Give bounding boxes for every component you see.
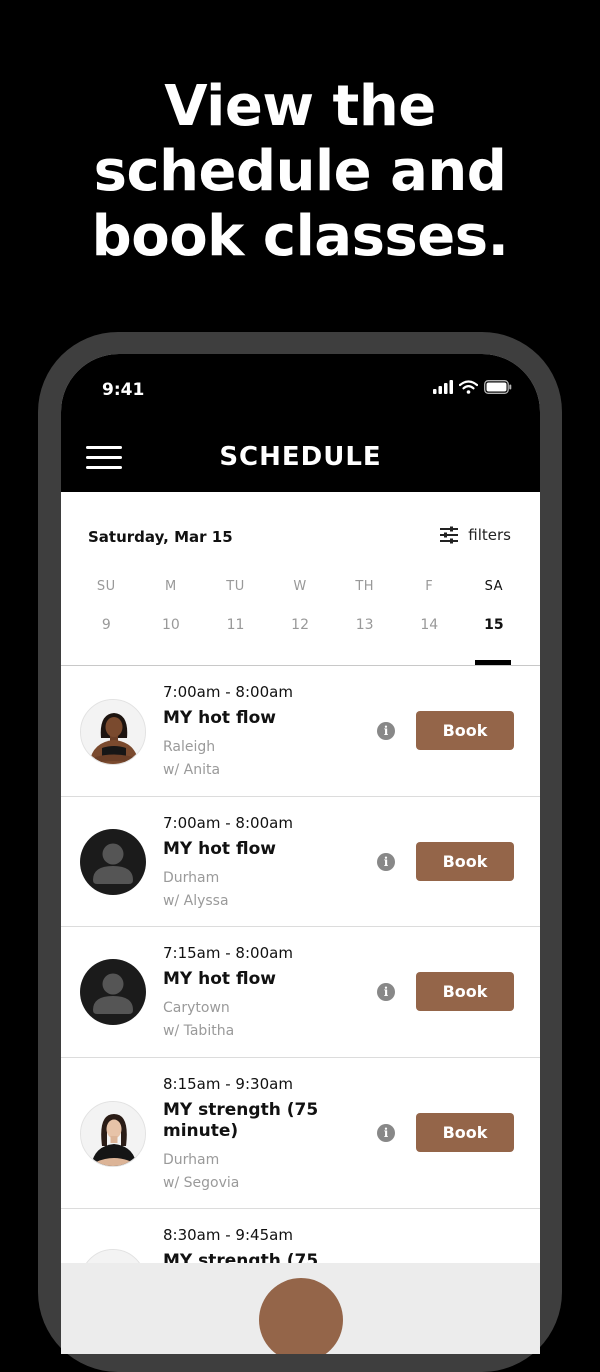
person-icon [93, 843, 133, 884]
class-instructor: w/ Anita [163, 762, 221, 778]
person-icon [93, 973, 133, 1014]
day-name-f[interactable]: F [397, 579, 462, 594]
status-time: 9:41 [102, 380, 145, 400]
class-name: MY hot flow [163, 839, 276, 859]
week-dates: 9 10 11 12 13 14 15 [74, 617, 534, 633]
battery-icon [484, 380, 512, 394]
date-11[interactable]: 11 [203, 617, 268, 633]
class-name: MY hot flow [163, 969, 276, 989]
class-list: 7:00am - 8:00am MY hot flow Raleigh w/ A… [61, 666, 540, 1315]
book-button[interactable]: Book [416, 1113, 514, 1152]
avatar [80, 1101, 146, 1167]
info-icon[interactable]: i [377, 853, 395, 871]
day-name-su[interactable]: SU [74, 579, 139, 594]
selected-date: Saturday, Mar 15 [88, 528, 233, 546]
avatar [80, 829, 146, 895]
day-name-w[interactable]: W [268, 579, 333, 594]
list-item: 7:15am - 8:00am MY hot flow Carytown w/ … [61, 927, 540, 1058]
list-item: 7:00am - 8:00am MY hot flow Durham w/ Al… [61, 797, 540, 927]
class-time: 7:00am - 8:00am [163, 683, 293, 701]
filters-button[interactable]: filters [439, 526, 511, 544]
info-icon[interactable]: i [377, 983, 395, 1001]
headline: View the schedule and book classes. [0, 74, 600, 269]
signal-icon [433, 380, 453, 394]
day-name-th[interactable]: TH [332, 579, 397, 594]
book-button[interactable]: Book [416, 842, 514, 881]
instructor-photo-icon [81, 700, 145, 764]
date-15[interactable]: 15 [462, 617, 527, 633]
class-instructor: w/ Tabitha [163, 1023, 235, 1039]
class-time: 8:15am - 9:30am [163, 1075, 293, 1093]
class-location: Durham [163, 1152, 220, 1168]
filters-label: filters [468, 526, 511, 544]
info-icon[interactable]: i [377, 722, 395, 740]
list-item: 8:15am - 9:30am MY strength (75 minute) … [61, 1058, 540, 1209]
phone-screen: 9:41 SCHEDULE Saturday, Mar 15 filters S… [61, 354, 540, 1354]
class-name: MY strength (75 minute) [163, 1100, 319, 1141]
date-12[interactable]: 12 [268, 617, 333, 633]
book-button[interactable]: Book [416, 711, 514, 750]
instructor-photo-icon [81, 1102, 145, 1166]
class-time: 8:30am - 9:45am [163, 1226, 293, 1244]
avatar [80, 699, 146, 765]
date-14[interactable]: 14 [397, 617, 462, 633]
class-name: MY hot flow [163, 708, 276, 728]
class-instructor: w/ Segovia [163, 1175, 240, 1191]
headline-line-2: schedule and [93, 139, 507, 204]
filters-sliders-icon [440, 526, 459, 544]
wifi-icon [459, 380, 478, 394]
headline-line-1: View the [164, 74, 436, 139]
class-location: Carytown [163, 1000, 230, 1016]
class-instructor: w/ Alyssa [163, 893, 229, 909]
class-location: Raleigh [163, 739, 216, 755]
bottom-action-button[interactable] [259, 1278, 343, 1354]
page-title: SCHEDULE [219, 442, 382, 472]
avatar [80, 959, 146, 1025]
app-header: 9:41 SCHEDULE [61, 354, 540, 492]
info-icon[interactable]: i [377, 1124, 395, 1142]
class-time: 7:00am - 8:00am [163, 814, 293, 832]
date-9[interactable]: 9 [74, 617, 139, 633]
date-10[interactable]: 10 [139, 617, 204, 633]
day-name-tu[interactable]: TU [203, 579, 268, 594]
book-button[interactable]: Book [416, 972, 514, 1011]
date-13[interactable]: 13 [332, 617, 397, 633]
day-name-sa[interactable]: SA [462, 579, 527, 594]
class-time: 7:15am - 8:00am [163, 944, 293, 962]
day-name-m[interactable]: M [139, 579, 204, 594]
class-location: Durham [163, 870, 220, 886]
week-day-names: SU M TU W TH F SA [74, 579, 534, 594]
headline-line-3: book classes. [91, 204, 509, 269]
list-item: 7:00am - 8:00am MY hot flow Raleigh w/ A… [61, 666, 540, 797]
status-icons [433, 380, 512, 394]
